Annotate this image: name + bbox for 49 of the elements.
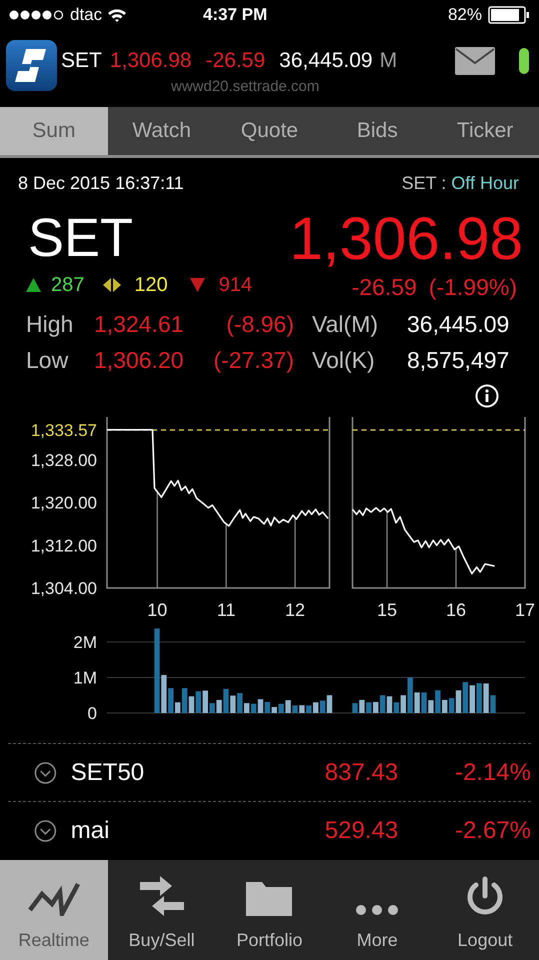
market-label: SET :	[402, 172, 446, 194]
index-value: 837.43	[324, 758, 398, 788]
server-address: wwwd20.settrade.com	[171, 78, 320, 96]
index-symbol: SET	[61, 48, 102, 74]
axis-label: 15	[376, 600, 398, 620]
index-change: -26.59	[352, 273, 417, 302]
unchanged-count: 120	[134, 273, 168, 298]
axis-label: 1,328.00	[30, 450, 97, 470]
value-unit: M	[380, 48, 398, 74]
index-value: 529.43	[324, 816, 398, 846]
axis-label: 1,304.00	[30, 579, 97, 598]
advances-count: 287	[51, 273, 84, 298]
index-value: 1,306.98	[110, 48, 192, 74]
stat-label: Val(M)	[312, 310, 380, 339]
index-percent-change: (-1.99%)	[428, 273, 517, 302]
declines-count: 914	[218, 273, 252, 298]
stat-value: 1,324.61	[94, 310, 185, 339]
axis-label: 1,320.00	[30, 494, 97, 512]
index-change: -2.14%	[454, 758, 531, 788]
axis-label: 1,312.00	[30, 536, 97, 556]
stat-value: 36,445.09	[407, 310, 510, 339]
stat-label: Vol(K)	[312, 346, 376, 375]
axis-label: 1M	[73, 668, 97, 688]
axis-label: 16	[446, 600, 466, 620]
axis-label: 1,333.57	[30, 420, 97, 440]
axis-label: 2M	[73, 632, 97, 652]
axis-label: 0	[88, 704, 97, 723]
stat-change: (-8.96)	[225, 310, 294, 339]
carrier-name: dtac	[70, 4, 102, 26]
stat-change: (-27.37)	[213, 346, 294, 375]
clock-time: 4:37 PM	[203, 4, 268, 26]
date-time: 8 Dec 2015 16:37:11	[18, 172, 184, 194]
axis-label: 10	[147, 600, 168, 620]
stat-value: 8,575,497	[407, 346, 510, 375]
index-name: SET50	[70, 758, 146, 788]
index-name: SET	[28, 208, 134, 268]
market-status: Off Hour	[451, 172, 519, 194]
stat-label: High	[26, 310, 74, 339]
axis-label: 17	[514, 600, 536, 620]
stat-value: 1,306.20	[94, 346, 185, 375]
trade-value: 36,445.09	[279, 48, 373, 74]
index-last-price: 1,306.98	[289, 208, 523, 270]
axis-label: 11	[216, 600, 236, 620]
battery-percent: 82%	[448, 4, 482, 26]
index-name: mai	[70, 816, 110, 846]
index-change: -26.59	[206, 48, 266, 74]
axis-label: 12	[285, 600, 306, 620]
stat-label: Low	[26, 346, 70, 375]
index-change: -2.67%	[454, 816, 531, 846]
